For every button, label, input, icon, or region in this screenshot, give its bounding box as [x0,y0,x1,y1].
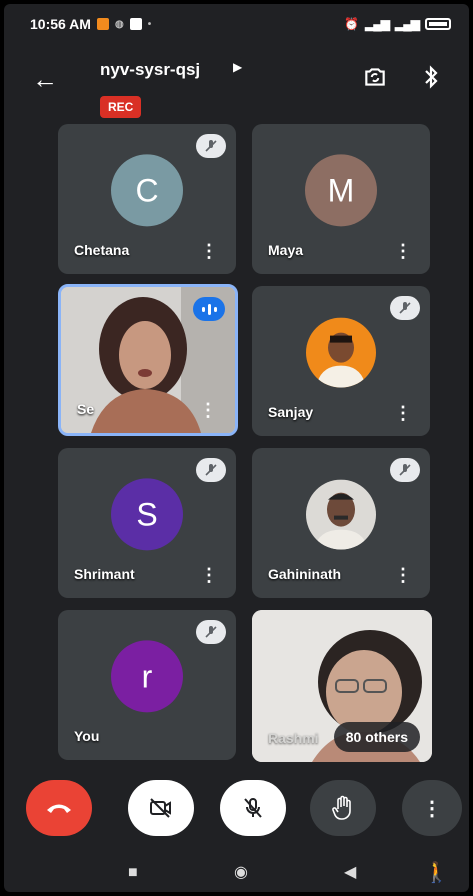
participant-tile[interactable]: M Maya ⋮ [252,124,430,274]
camera-off-icon [150,798,171,818]
muted-mic-icon [390,296,420,320]
mic-toggle-button[interactable] [220,780,286,836]
dot-icon: • [147,18,152,30]
system-nav-bar: ■ ◉ ◀ 🚶 [4,854,469,892]
more-vert-icon[interactable]: ⋮ [199,401,217,419]
muted-mic-icon [196,620,226,644]
mic-off-icon [244,798,262,818]
camera-toggle-button[interactable] [128,780,194,836]
participant-name: Se [77,401,95,417]
back-arrow-icon[interactable]: ← [32,66,58,92]
participant-tile[interactable]: Sanjay ⋮ [252,286,430,436]
avatar [306,317,376,388]
participant-name: Shrimant [74,566,135,582]
speaking-indicator-icon [193,297,225,321]
participant-tile-self[interactable]: r You [58,610,236,760]
notification-icon [96,18,109,30]
participant-tile-active[interactable]: Se ⋮ [58,284,238,436]
participant-name: Gahininath [268,566,342,582]
raise-hand-button[interactable] [310,780,376,836]
more-vert-icon[interactable]: ⋮ [200,566,218,584]
signal-icon-2: ▂▄▆ [395,17,420,31]
muted-mic-icon [196,134,226,158]
participant-name: Maya [268,242,304,258]
alarm-icon: ⏰ [344,17,360,31]
participant-name: Chetana [74,242,130,258]
call-controls: ⋮ [4,774,469,844]
participant-name: You [74,728,100,744]
avatar: C [111,154,183,227]
recording-badge: REC [100,96,142,118]
end-call-button[interactable] [26,780,92,836]
more-vert-icon[interactable]: ⋮ [394,404,412,422]
more-vert-icon[interactable]: ⋮ [394,242,412,260]
participant-tile[interactable]: S Shrimant ⋮ [58,448,236,598]
meet-call-screen: 10:56 AM ◍ • ⏰ ▂▄▆ ▂▄▆ ← nyv-sysr-qsj ▶ … [4,4,469,892]
accessibility-icon[interactable]: 🚶 [424,863,449,883]
call-header: ← nyv-sysr-qsj ▶ REC [4,48,469,120]
avatar: r [111,640,183,713]
avatar: M [305,154,377,227]
status-time: 10:56 AM [30,16,91,32]
raise-hand-icon [332,795,351,820]
more-vert-icon[interactable]: ⋮ [394,566,412,584]
more-options-icon: ⋮ [422,797,442,820]
status-bar: 10:56 AM ◍ • ⏰ ▂▄▆ ▂▄▆ [4,4,469,44]
signal-icon: ▂▄▆ [365,17,390,31]
back-icon[interactable]: ◀ [344,864,356,882]
participant-name: Sanjay [268,404,314,420]
avatar: S [111,478,183,551]
caret-right-icon[interactable]: ▶ [233,60,242,74]
more-options-button[interactable]: ⋮ [402,780,462,836]
participant-name: Rashmi [268,730,319,746]
participant-tile[interactable]: C Chetana ⋮ [58,124,236,274]
more-vert-icon[interactable]: ⋮ [200,242,218,260]
location-icon: ◍ [114,18,124,30]
others-count-badge[interactable]: 80 others [333,722,420,752]
participant-tile[interactable]: Gahininath ⋮ [252,448,430,598]
home-icon[interactable]: ◉ [234,864,248,882]
muted-mic-icon [390,458,420,482]
avatar [306,479,376,550]
participant-tile-others[interactable]: Rashmi 80 others [252,610,432,762]
switch-camera-icon[interactable] [360,64,390,94]
phone-hangup-icon [47,804,71,813]
recents-icon[interactable]: ■ [128,864,138,882]
bluetooth-audio-icon[interactable] [422,64,440,98]
meeting-code[interactable]: nyv-sysr-qsj [100,60,200,80]
muted-mic-icon [196,458,226,482]
message-icon [129,18,142,30]
battery-icon [425,18,451,30]
